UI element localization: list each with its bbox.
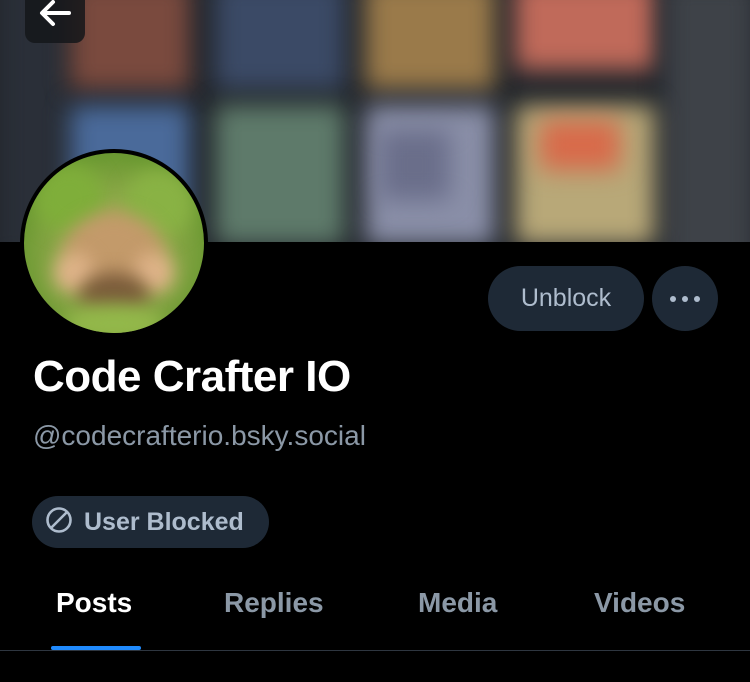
user-blocked-badge: User Blocked: [32, 496, 269, 548]
tabs-divider: [0, 650, 750, 651]
tab-replies[interactable]: Replies: [224, 587, 324, 619]
display-name: Code Crafter IO: [33, 352, 351, 401]
tab-media[interactable]: Media: [418, 587, 497, 619]
unblock-button[interactable]: Unblock: [488, 266, 644, 331]
back-button[interactable]: [25, 0, 85, 43]
unblock-button-label: Unblock: [520, 284, 612, 312]
tab-videos[interactable]: Videos: [594, 587, 685, 619]
avatar[interactable]: [20, 149, 208, 337]
profile-tabs: Posts Replies Media Videos: [0, 570, 750, 650]
user-blocked-label: User Blocked: [84, 507, 244, 536]
arrow-left-icon: [35, 0, 75, 38]
more-options-button[interactable]: [652, 266, 718, 331]
profile-handle: @codecrafterio.bsky.social: [33, 420, 366, 451]
ellipsis-icon: [669, 290, 701, 308]
tab-posts[interactable]: Posts: [56, 587, 132, 619]
block-icon: [44, 505, 74, 540]
